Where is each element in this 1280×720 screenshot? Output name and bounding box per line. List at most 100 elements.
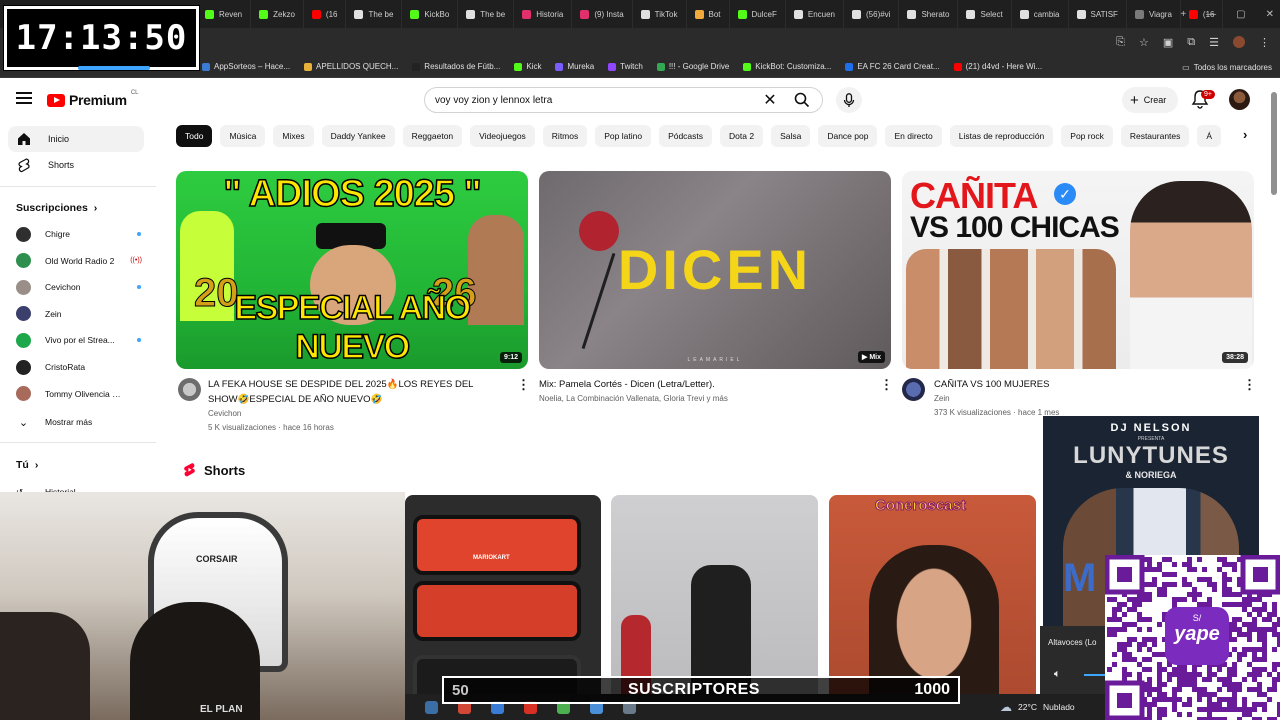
microphone-icon[interactable]	[836, 87, 862, 113]
channel-avatar[interactable]	[178, 378, 201, 401]
filter-chip[interactable]: Á	[1197, 125, 1222, 147]
thumbnail-subheadline: VS 100 CHICAS	[910, 211, 1120, 244]
video-channel-name[interactable]: Noelia, La Combinación Vallenata, Gloria…	[539, 392, 728, 406]
bookmark-item[interactable]: KickBot: Customiza...	[743, 62, 831, 71]
you-heading[interactable]: Tú ›	[16, 459, 38, 471]
bookmark-item[interactable]: !!! - Google Drive	[656, 62, 729, 71]
puzzle-icon[interactable]: ⧉	[1187, 36, 1195, 49]
maximize-icon[interactable]: ▢	[1236, 9, 1245, 20]
channel-avatar[interactable]	[902, 378, 925, 401]
clear-search-icon[interactable]: ✕	[758, 90, 782, 110]
browser-tab[interactable]: (56)#vi	[844, 0, 900, 28]
subscription-item[interactable]: Vivo por el Strea...	[16, 329, 142, 351]
profile-icon[interactable]	[1233, 36, 1245, 48]
browser-menu-icon[interactable]: ⋮	[1259, 36, 1270, 49]
subscription-item[interactable]: Old World Radio 2 ((•))	[16, 250, 142, 272]
new-tab-icon[interactable]: +	[1180, 9, 1186, 20]
sidebar-item-shorts[interactable]: Shorts	[8, 152, 144, 178]
browser-tab[interactable]: Viagra	[1127, 0, 1181, 28]
search-box[interactable]: voy voy zion y lennox letra ✕	[424, 87, 823, 113]
browser-tab[interactable]: Sherato	[899, 0, 959, 28]
chevron-right-icon[interactable]: ›	[1243, 127, 1247, 142]
browser-tab[interactable]: The be	[458, 0, 515, 28]
video-channel-name[interactable]: Zein	[934, 392, 950, 406]
browser-tab[interactable]: Encuen	[786, 0, 844, 28]
bookmark-item[interactable]: APELLIDOS QUECH...	[304, 62, 398, 71]
search-icon[interactable]	[782, 88, 822, 112]
browser-tab[interactable]: DulceF	[730, 0, 786, 28]
filter-chip[interactable]: Daddy Yankee	[321, 125, 395, 147]
browser-tab[interactable]: KickBo	[402, 0, 459, 28]
more-options-icon[interactable]: ⋮	[880, 377, 893, 393]
subscription-item[interactable]: Chigre	[16, 223, 142, 245]
video-thumbnail[interactable]: " ADIOS 2025 " 20 26 ESPECIAL AÑO NUEVO …	[176, 171, 528, 369]
browser-tab[interactable]: SATISF	[1069, 0, 1127, 28]
filter-chip[interactable]: Mixes	[273, 125, 314, 147]
all-bookmarks[interactable]: ▭ Todos los marcadores	[1182, 56, 1272, 78]
filter-chip[interactable]: Pop latino	[595, 125, 652, 147]
more-options-icon[interactable]: ⋮	[1243, 377, 1256, 393]
filter-chip[interactable]: Todo	[176, 125, 213, 147]
speaker-icon[interactable]: 🔈︎	[1054, 668, 1061, 681]
menu-icon[interactable]	[16, 92, 32, 104]
taskbar-app-icon[interactable]	[425, 700, 438, 714]
video-thumbnail[interactable]: CAÑITA ✓ VS 100 CHICAS 38:28	[902, 171, 1254, 369]
browser-tab[interactable]: Select	[958, 0, 1012, 28]
bookmark-item[interactable]: EA FC 26 Card Creat...	[845, 62, 940, 71]
volume-slider[interactable]	[1084, 674, 1106, 676]
filter-chip[interactable]: Reggaeton	[402, 125, 463, 147]
show-more-button[interactable]: ⌄ Mostrar más	[16, 411, 142, 433]
filter-chip[interactable]: Ritmos	[542, 125, 588, 147]
filter-chip[interactable]: Pódcasts	[659, 125, 713, 147]
page-scrollbar[interactable]	[1271, 92, 1277, 195]
video-title[interactable]: LA FEKA HOUSE SE DESPIDE DEL 2025🔥LOS RE…	[208, 377, 508, 407]
subscription-item[interactable]: Cevichon	[16, 276, 142, 298]
sidebar-item-home[interactable]: Inicio	[8, 126, 144, 152]
video-thumbnail[interactable]: DICEN LEAMARIEL ▶︎ Mix	[539, 171, 891, 369]
filter-chip[interactable]: Videojuegos	[470, 125, 535, 147]
browser-tab[interactable]: TikTok	[633, 0, 687, 28]
subscriptions-heading[interactable]: Suscripciones ›	[16, 202, 97, 214]
filter-chip[interactable]: Restaurantes	[1120, 125, 1190, 147]
bookmark-item[interactable]: Mureka	[555, 62, 594, 71]
subscription-item[interactable]: Zein	[16, 303, 142, 325]
filter-chip[interactable]: Listas de reproducción	[949, 125, 1054, 147]
bookmark-item[interactable]: Kick	[514, 62, 541, 71]
account-avatar[interactable]	[1229, 89, 1250, 110]
bookmark-item[interactable]: AppSorteos – Hace...	[202, 62, 290, 71]
more-options-icon[interactable]: ⋮	[517, 377, 530, 393]
install-icon[interactable]: ⎘	[1116, 36, 1125, 49]
filter-chip[interactable]: Dance pop	[818, 125, 878, 147]
browser-tab[interactable]: Zekzo	[251, 0, 304, 28]
filter-chip[interactable]: En directo	[885, 125, 942, 147]
search-input[interactable]: voy voy zion y lennox letra	[425, 95, 758, 106]
channel-avatar	[16, 226, 31, 242]
minimize-icon[interactable]: —	[1206, 9, 1216, 20]
browser-tab[interactable]: The be	[346, 0, 403, 28]
thumbnail-girls	[906, 249, 1116, 369]
bookmark-item[interactable]: Twitch	[608, 62, 643, 71]
filter-chip[interactable]: Música	[220, 125, 266, 147]
browser-tab[interactable]: (16	[304, 0, 347, 28]
filter-chip[interactable]: Dota 2	[720, 125, 764, 147]
bookmark-item[interactable]: (21) d4vd - Here Wi...	[953, 62, 1042, 71]
extension-icon[interactable]: ▣	[1163, 36, 1173, 49]
media-icon[interactable]: ☰	[1209, 36, 1219, 49]
star-icon[interactable]: ☆	[1139, 36, 1149, 49]
subscription-item[interactable]: Tommy Olivencia - ...	[16, 383, 142, 405]
video-title[interactable]: Mix: Pamela Cortés - Dicen (Letra/Letter…	[539, 377, 869, 392]
bookmark-item[interactable]: Resultados de Fútb...	[412, 62, 500, 71]
weather-widget[interactable]: ☁ 22°C Nublado	[1000, 700, 1075, 714]
filter-chip[interactable]: Pop rock	[1061, 125, 1113, 147]
filter-chip[interactable]: Salsa	[771, 125, 811, 147]
video-channel-name[interactable]: Cevichon	[208, 407, 241, 421]
browser-tab[interactable]: cambia	[1012, 0, 1069, 28]
browser-tab[interactable]: Bot	[687, 0, 730, 28]
close-window-icon[interactable]: ✕	[1266, 9, 1274, 20]
subscription-item[interactable]: CristoRata	[16, 356, 142, 378]
youtube-logo[interactable]: Premium CL	[47, 90, 138, 108]
create-button[interactable]: + Crear	[1122, 87, 1179, 113]
browser-tab[interactable]: Historia	[514, 0, 573, 28]
video-title[interactable]: CAÑITA VS 100 MUJERES	[934, 377, 1234, 392]
browser-tab[interactable]: (9) Insta	[572, 0, 633, 28]
